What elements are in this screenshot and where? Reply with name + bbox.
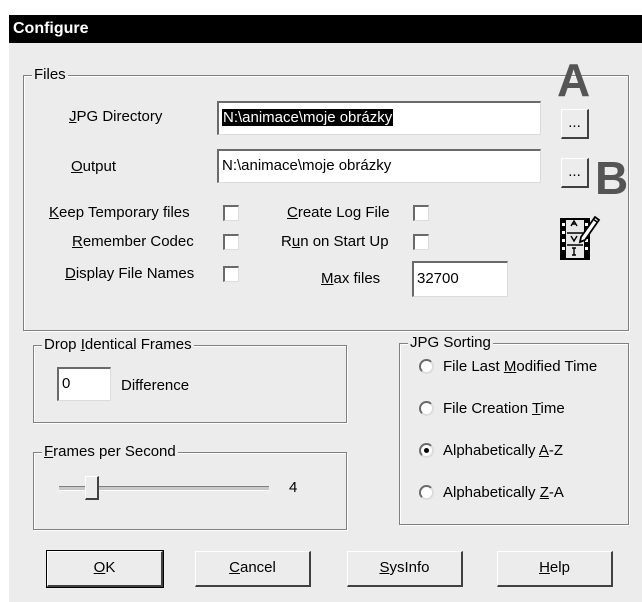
sort-alpha-za-label: Alphabetically Z-A xyxy=(443,484,564,501)
sort-creation-time-label: File Creation Time xyxy=(443,400,565,417)
sort-last-modified-label: File Last Modified Time xyxy=(443,358,598,375)
help-button[interactable]: Help xyxy=(497,551,613,587)
radio-selected-dot xyxy=(424,448,429,453)
sort-creation-time-radio[interactable] xyxy=(419,401,434,416)
remember-codec-checkbox[interactable] xyxy=(223,234,239,250)
sort-alpha-az-label: Alphabetically A-Z xyxy=(443,442,564,459)
display-file-names-checkbox[interactable] xyxy=(223,266,239,282)
keep-temporary-files-checkbox[interactable] xyxy=(223,205,239,221)
files-group-title: Files xyxy=(32,66,68,84)
jpg-directory-browse-button[interactable]: ... xyxy=(561,109,589,139)
output-browse-button[interactable]: ... xyxy=(561,158,589,188)
fps-value: 4 xyxy=(289,479,298,496)
display-file-names-label: Display File Names xyxy=(65,265,195,282)
sort-alpha-az-radio[interactable] xyxy=(419,443,434,458)
remember-codec-label: Remember Codec xyxy=(72,233,194,250)
configure-dialog: Configure Files A B JPG Directory N:\ani… xyxy=(8,14,642,602)
script-edit-icon xyxy=(557,213,601,263)
annotation-a: A xyxy=(557,54,591,106)
ok-button[interactable]: OK xyxy=(46,550,164,588)
run-on-start-up-checkbox[interactable] xyxy=(413,234,429,250)
fps-slider-thumb[interactable] xyxy=(85,476,99,500)
create-log-file-label: Create Log File xyxy=(287,204,390,221)
window-title: Configure xyxy=(9,15,642,43)
jpg-directory-label: JPG Directory xyxy=(69,108,163,125)
jpg-directory-input[interactable]: N:\animace\moje obrázky xyxy=(217,101,541,135)
difference-label: Difference xyxy=(121,377,190,394)
drop-identical-frames-title: Drop Identical Frames xyxy=(42,336,194,354)
output-input[interactable]: N:\animace\moje obrázky xyxy=(217,149,541,183)
create-log-file-checkbox[interactable] xyxy=(413,205,429,221)
run-on-start-up-label: Run on Start Up xyxy=(281,233,389,250)
sort-alpha-za-radio[interactable] xyxy=(419,485,434,500)
output-label: Output xyxy=(71,158,117,175)
jpg-sorting-title: JPG Sorting xyxy=(408,334,493,352)
keep-temporary-files-label: Keep Temporary files xyxy=(49,204,190,221)
sysinfo-button[interactable]: SysInfo xyxy=(347,551,463,587)
cancel-button[interactable]: Cancel xyxy=(195,551,311,587)
annotation-b: B xyxy=(595,152,629,204)
max-files-label: Max files xyxy=(321,270,381,287)
sort-last-modified-radio[interactable] xyxy=(419,359,434,374)
frames-per-second-group: Frames per Second xyxy=(33,443,347,530)
difference-input[interactable]: 0 xyxy=(57,367,111,401)
max-files-input[interactable]: 32700 xyxy=(412,261,508,297)
frames-per-second-title: Frames per Second xyxy=(42,443,178,461)
